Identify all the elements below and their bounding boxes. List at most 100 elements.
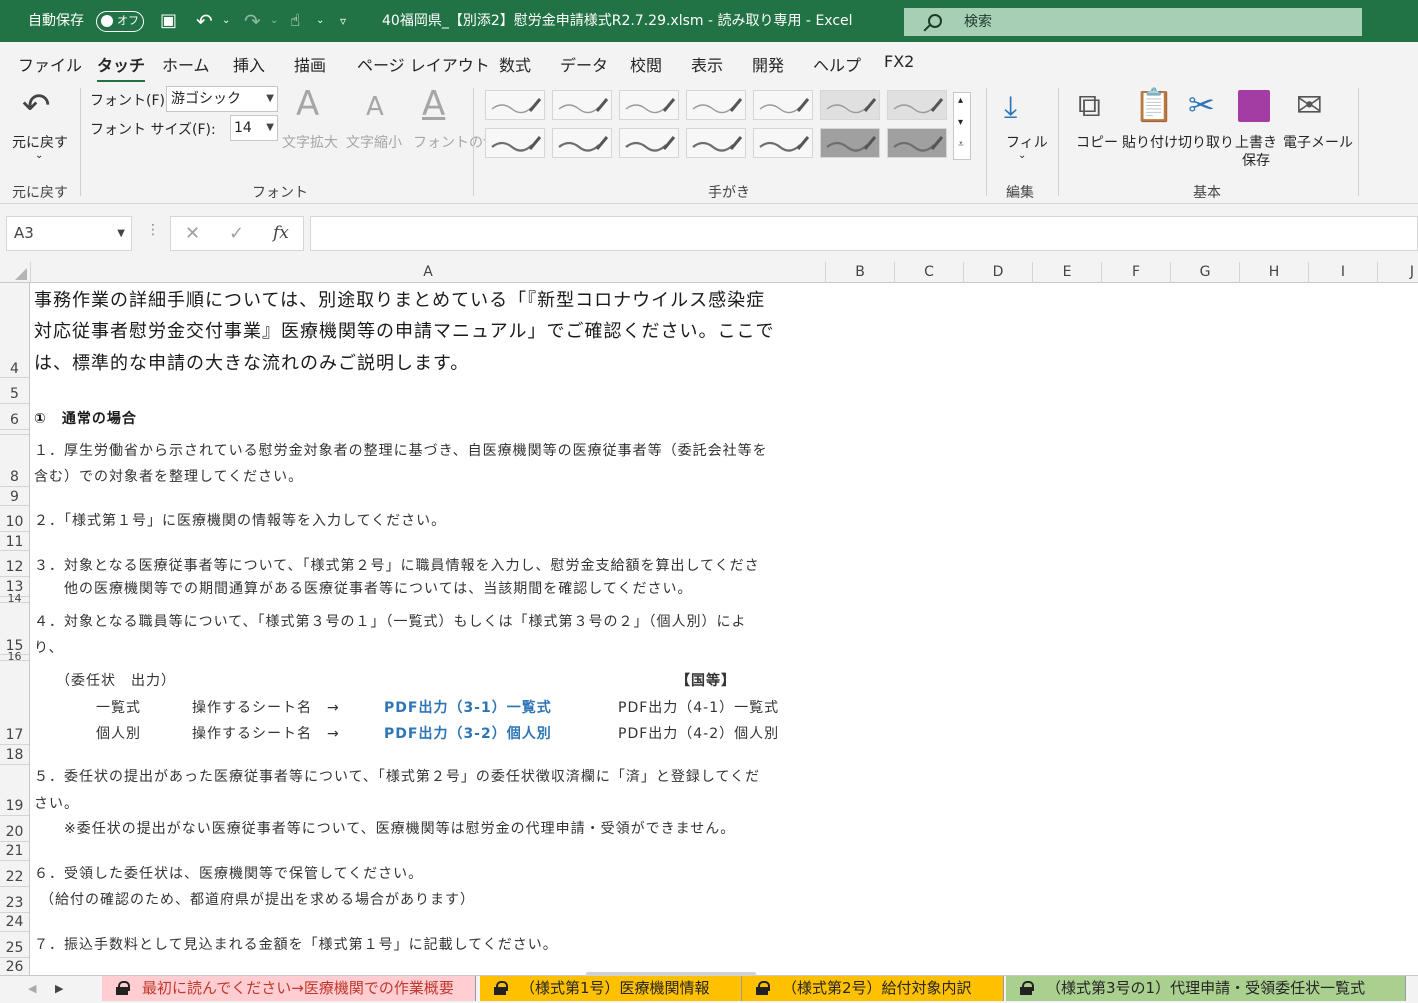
pdf-output-individual-link[interactable]: PDF出力（3-2）個人別 — [384, 723, 552, 743]
autosave-toggle[interactable]: オフ — [96, 11, 144, 32]
sheet-tab-form1[interactable]: （様式第1号）医療機関情報 — [480, 976, 742, 1001]
pen-style-3[interactable] — [619, 90, 679, 120]
formula-input[interactable] — [310, 216, 1418, 251]
save-icon[interactable]: ▣ — [160, 0, 177, 42]
pen-style-13[interactable] — [820, 128, 880, 158]
pen-style-4[interactable] — [686, 90, 746, 120]
row-header-23[interactable]: 23 — [0, 896, 29, 910]
select-all-button[interactable] — [0, 262, 30, 283]
fill-chevron-icon[interactable]: ⌄ — [1018, 150, 1026, 161]
name-box-dropdown-icon[interactable]: ▼ — [117, 217, 125, 250]
row-header-10[interactable]: 10 — [0, 515, 29, 529]
pen-style-12[interactable] — [753, 128, 813, 158]
pen-style-6[interactable] — [820, 90, 880, 120]
tab-page-layout[interactable]: ページ レイアウト — [357, 52, 490, 76]
tab-home[interactable]: ホーム — [162, 52, 210, 76]
undo-dropdown-icon[interactable]: ⌄ — [222, 0, 230, 42]
pen-style-8[interactable] — [485, 128, 545, 158]
row-header-8[interactable]: 8 — [0, 470, 29, 484]
row-header-21[interactable]: 21 — [0, 844, 29, 858]
tab-developer[interactable]: 開発 — [752, 52, 784, 76]
column-header-e[interactable]: E — [1032, 262, 1101, 283]
row-header-5[interactable]: 5 — [0, 387, 29, 401]
undo-button[interactable]: 元に戻す — [12, 132, 68, 152]
column-header-j[interactable]: J — [1377, 262, 1418, 283]
pen-style-7[interactable] — [887, 90, 947, 120]
sheet-tab-overview[interactable]: 最初に読んでください→医療機関での作業概要 — [102, 976, 476, 1001]
paste-button[interactable]: 貼り付け — [1122, 132, 1178, 152]
paste-icon[interactable]: 📋 — [1134, 86, 1174, 124]
mail-icon[interactable]: ✉ — [1296, 86, 1323, 124]
column-header-c[interactable]: C — [894, 262, 963, 283]
pen-style-1[interactable] — [485, 90, 545, 120]
row-header-25[interactable]: 25 — [0, 941, 29, 955]
customize-qat-icon[interactable]: ▿ — [340, 0, 346, 42]
grow-font-icon[interactable]: A — [296, 84, 319, 124]
column-header-h[interactable]: H — [1239, 262, 1308, 283]
pen-style-10[interactable] — [619, 128, 679, 158]
save-button[interactable]: 上書き — [1235, 132, 1277, 152]
shrink-font-button[interactable]: 文字縮小 — [346, 132, 402, 152]
shrink-font-icon[interactable]: A — [366, 92, 384, 122]
cancel-icon[interactable]: ✕ — [185, 223, 200, 244]
redo-dropdown-icon[interactable]: ⌄ — [270, 0, 278, 42]
font-select[interactable]: 游ゴシック ▼ — [166, 86, 278, 112]
tab-help[interactable]: ヘルプ — [813, 52, 861, 76]
search-box[interactable]: 検索 — [904, 8, 1362, 36]
prev-sheet-icon[interactable]: ◀ — [28, 982, 36, 995]
pen-style-2[interactable] — [552, 90, 612, 120]
copy-button[interactable]: コピー — [1076, 132, 1118, 152]
row-header-20[interactable]: 20 — [0, 825, 29, 839]
row-header-18[interactable]: 18 — [0, 748, 29, 762]
grow-font-button[interactable]: 文字拡大 — [282, 132, 338, 152]
row-header-17[interactable]: 17 — [0, 728, 29, 742]
tab-view[interactable]: 表示 — [691, 52, 723, 76]
fill-icon[interactable]: ⤓ — [1004, 90, 1017, 125]
tab-data[interactable]: データ — [560, 52, 608, 76]
row-header-12[interactable]: 12 — [0, 560, 29, 574]
font-color-icon[interactable]: A — [422, 84, 445, 124]
sheet-tab-form3-1[interactable]: （様式第3号の1）代理申請・受領委任状一覧式 — [1006, 976, 1406, 1001]
row-header-6[interactable]: 6 — [0, 413, 29, 427]
pdf-output-list-link[interactable]: PDF出力（3-1）一覧式 — [384, 697, 552, 717]
touch-dropdown-icon[interactable]: ⌄ — [316, 0, 324, 42]
undo-chevron-icon[interactable]: ⌄ — [35, 150, 43, 161]
row-header-11[interactable]: 11 — [0, 535, 29, 549]
row-header-9[interactable]: 9 — [0, 490, 29, 504]
undo-icon[interactable]: ↶ — [196, 0, 213, 42]
pen-style-14[interactable] — [887, 128, 947, 158]
enter-icon[interactable]: ✓ — [229, 223, 244, 244]
pen-style-9[interactable] — [552, 128, 612, 158]
tab-file[interactable]: ファイル — [18, 52, 82, 76]
column-header-g[interactable]: G — [1170, 262, 1239, 283]
copy-icon[interactable]: ⧉ — [1078, 86, 1101, 125]
fill-button[interactable]: フィル — [1006, 132, 1048, 152]
column-header-a[interactable]: A — [30, 262, 825, 283]
column-header-b[interactable]: B — [825, 262, 894, 283]
pen-style-5[interactable] — [753, 90, 813, 120]
row-header-14[interactable]: 14 — [0, 592, 29, 606]
row-header-24[interactable]: 24 — [0, 915, 29, 929]
redo-icon[interactable]: ↷ — [244, 0, 261, 42]
row-header-26[interactable]: 26 — [0, 960, 29, 974]
row-header-22[interactable]: 22 — [0, 870, 29, 884]
mail-button[interactable]: 電子メール — [1283, 132, 1353, 152]
insert-function-icon[interactable]: fx — [273, 223, 289, 243]
font-size-select[interactable]: 14 ▼ — [230, 115, 278, 141]
name-box[interactable]: A3 ▼ — [6, 216, 132, 251]
tab-insert[interactable]: 挿入 — [233, 52, 265, 76]
pen-style-11[interactable] — [686, 128, 746, 158]
scroll-down-icon[interactable]: ▾ — [958, 117, 963, 128]
cut-icon[interactable]: ✂ — [1188, 86, 1215, 124]
tab-formulas[interactable]: 数式 — [499, 52, 531, 76]
column-header-d[interactable]: D — [963, 262, 1032, 283]
formula-bar-grip-icon[interactable]: ⋮ — [146, 222, 160, 238]
column-header-i[interactable]: I — [1308, 262, 1377, 283]
sheet-tab-form2[interactable]: （様式第2号）給付対象内訳 — [742, 976, 1004, 1001]
tab-touch[interactable]: タッチ — [97, 52, 146, 83]
touch-mode-icon[interactable]: ☝ — [290, 0, 300, 42]
cut-button[interactable]: 切り取り — [1178, 132, 1234, 152]
next-sheet-icon[interactable]: ▶ — [55, 982, 63, 995]
scroll-up-icon[interactable]: ▴ — [958, 95, 963, 106]
undo-large-icon[interactable]: ↶ — [22, 86, 51, 126]
